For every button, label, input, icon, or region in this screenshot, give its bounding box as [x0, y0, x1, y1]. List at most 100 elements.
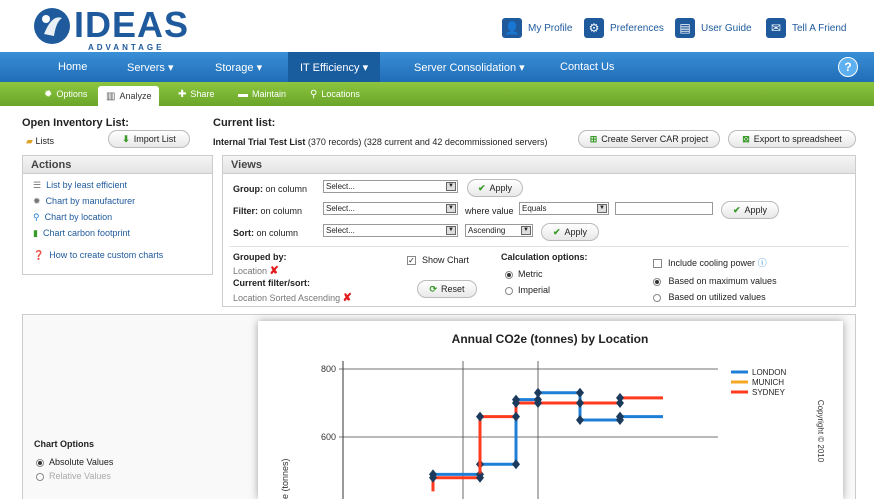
remove-filter-icon[interactable]: ✘	[343, 292, 352, 304]
filter-apply-button[interactable]: ✔ Apply	[721, 201, 779, 219]
grouped-by-value: Location ✘	[233, 265, 279, 277]
import-list-button[interactable]: ⬇ Import List	[108, 130, 190, 148]
check-icon: ✓	[407, 256, 416, 266]
gear-icon: ✹	[33, 196, 41, 206]
show-chart-checkbox[interactable]: ✓ Show Chart	[407, 255, 469, 266]
lists-link[interactable]: ▰ Lists	[26, 136, 54, 147]
views-panel: Views Group: on column Select... ▼ ✔ Apply…	[222, 155, 856, 307]
where-value-label: where value	[465, 206, 514, 216]
legend-label-london: LONDON	[752, 368, 786, 377]
nav-contact-us[interactable]: Contact Us	[560, 52, 614, 82]
sort-order-select[interactable]: Ascending ▼	[465, 224, 533, 237]
spreadsheet-icon: ⊠	[742, 133, 750, 144]
chart-title: Annual CO2e (tonnes) by Location	[452, 332, 649, 346]
y-tick-label: 800	[321, 364, 336, 374]
actions-panel: Actions ☰ List by least efficient ✹ Char…	[22, 155, 213, 275]
chat-icon: ✉	[766, 18, 786, 38]
current-filter-value: Location Sorted Ascending ✘	[233, 292, 352, 304]
sub-nav: ✹ Options ▥ Analyze ✚ Share ▬ Maintain ⚲ Loca…	[0, 82, 874, 106]
series-line-london	[431, 391, 663, 485]
user-guide-link[interactable]: ▤ User Guide	[675, 17, 752, 39]
data-point	[476, 411, 484, 422]
check-icon: ✔	[477, 182, 486, 193]
group-select[interactable]: Select... ▼	[323, 180, 458, 193]
subnav-share[interactable]: ✚ Share	[178, 82, 214, 106]
current-filter-label: Current filter/sort:	[233, 278, 311, 288]
sort-select[interactable]: Select... ▼	[323, 224, 458, 237]
actions-title: Actions	[23, 156, 212, 174]
data-point	[576, 387, 584, 398]
operator-select[interactable]: Equals ▼	[519, 202, 609, 215]
action-chart-location[interactable]: ⚲ Chart by location	[33, 212, 112, 223]
filter-value-input[interactable]	[615, 202, 713, 215]
chevron-down-icon: ▼	[446, 226, 456, 235]
help-circle-icon: ❓	[33, 250, 45, 260]
tell-a-friend-link[interactable]: ✉ Tell A Friend	[766, 17, 846, 39]
user-icon: 👤	[502, 18, 522, 38]
leaf-icon: ▮	[33, 228, 38, 238]
nav-storage[interactable]: Storage ▾	[215, 52, 262, 82]
action-chart-manufacturer[interactable]: ✹ Chart by manufacturer	[33, 196, 135, 207]
my-profile-link[interactable]: 👤 My Profile	[502, 17, 572, 39]
filter-select[interactable]: Select... ▼	[323, 202, 458, 215]
gear-icon: ⚙	[584, 18, 604, 38]
absolute-values-radio[interactable]: Absolute Values	[36, 457, 113, 467]
filter-label: Filter: on column	[233, 206, 303, 216]
help-icon[interactable]: ?	[838, 57, 858, 77]
chevron-down-icon: ▼	[446, 204, 456, 213]
chart-lines	[429, 387, 663, 492]
preferences-link[interactable]: ⚙ Preferences	[584, 17, 664, 39]
divider	[229, 246, 849, 247]
action-least-efficient[interactable]: ☰ List by least efficient	[33, 180, 127, 191]
reset-button[interactable]: ⟳ Reset	[417, 280, 477, 298]
import-icon: ⬇	[122, 133, 130, 144]
remove-group-icon[interactable]: ✘	[270, 265, 279, 277]
gear-icon: ✹	[44, 88, 53, 100]
sort-apply-button[interactable]: ✔ Apply	[541, 223, 599, 241]
data-point	[534, 387, 542, 398]
based-util-radio[interactable]: Based on utilized values	[653, 292, 766, 302]
co2-chart: Annual CO2e (tonnes) by Location e (tonn…	[258, 321, 843, 499]
action-chart-carbon[interactable]: ▮ Chart carbon footprint	[33, 228, 130, 239]
nav-server-consolidation[interactable]: Server Consolidation ▾	[414, 52, 525, 82]
location-pin-icon: ⚲	[33, 212, 40, 222]
nav-home[interactable]: Home	[58, 52, 87, 82]
data-point	[576, 398, 584, 408]
logo-sub: ADVANTAGE	[88, 43, 165, 52]
nav-servers[interactable]: Servers ▾	[127, 52, 173, 82]
subnav-locations[interactable]: ⚲ Locations	[310, 82, 360, 106]
create-car-project-button[interactable]: ⊞ Create Server CAR project	[578, 130, 720, 148]
imperial-radio[interactable]: Imperial	[505, 285, 550, 295]
y-tick-label: 600	[321, 432, 336, 442]
chart-options-title: Chart Options	[34, 439, 94, 449]
subnav-options[interactable]: ✹ Options	[44, 82, 87, 106]
cooling-power-checkbox[interactable]: Include cooling power ⓘ	[653, 256, 767, 269]
custom-charts-link[interactable]: ❓ How to create custom charts	[33, 250, 163, 261]
export-spreadsheet-button[interactable]: ⊠ Export to spreadsheet	[728, 130, 856, 148]
subnav-maintain[interactable]: ▬ Maintain	[238, 82, 286, 106]
current-list-title: Current list:	[213, 117, 276, 129]
calc-options-title: Calculation options:	[501, 252, 588, 262]
based-max-radio[interactable]: Based on maximum values	[653, 276, 777, 286]
group-apply-button[interactable]: ✔ Apply	[467, 179, 523, 197]
refresh-icon: ⟳	[429, 283, 438, 294]
legend-label-munich: MUNICH	[752, 378, 784, 387]
bar-chart-icon: ▥	[106, 90, 116, 102]
chevron-down-icon: ▼	[521, 226, 531, 235]
data-point	[616, 392, 624, 403]
list-icon: ☰	[33, 180, 42, 190]
subnav-analyze[interactable]: ▥ Analyze	[98, 86, 160, 106]
chart-copyright: Copyright © 2010	[816, 400, 825, 463]
relative-values-radio[interactable]: Relative Values	[36, 471, 111, 481]
chart-ylabel: e (tonnes)	[280, 458, 290, 499]
info-icon[interactable]: ⓘ	[758, 258, 767, 268]
chart-svg: Annual CO2e (tonnes) by Location e (tonn…	[280, 332, 825, 499]
nav-it-efficiency[interactable]: IT Efficiency ▾	[288, 52, 381, 82]
data-point	[512, 411, 520, 422]
metric-radio[interactable]: Metric	[505, 269, 543, 279]
chart-grid: 800 600	[321, 361, 718, 499]
book-icon: ▤	[675, 18, 695, 38]
chevron-down-icon: ▼	[597, 204, 607, 213]
check-icon: ✔	[732, 204, 741, 215]
legend-label-sydney: SYDNEY	[752, 388, 786, 397]
